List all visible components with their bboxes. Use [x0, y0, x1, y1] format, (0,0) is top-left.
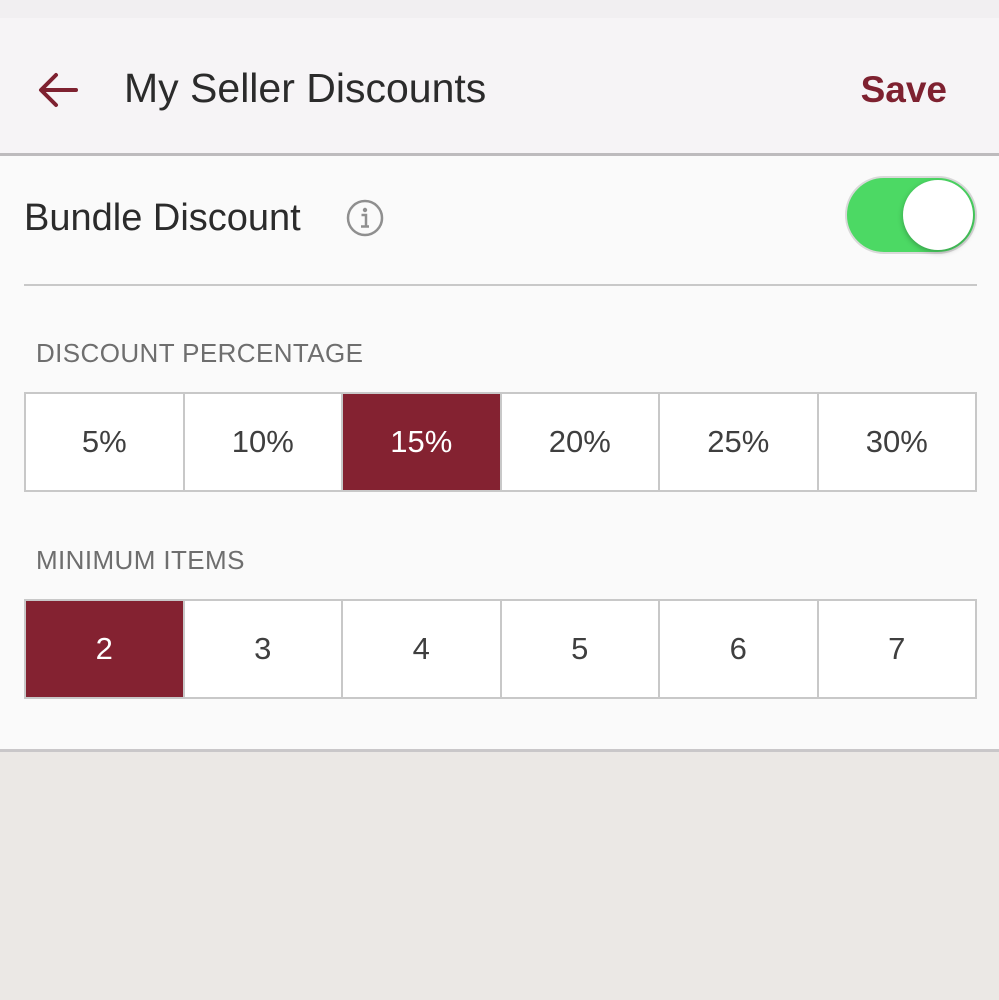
- discount-option-20[interactable]: 20%: [502, 394, 660, 490]
- discount-option-5[interactable]: 5%: [26, 394, 185, 490]
- status-bar: [0, 0, 999, 18]
- app-bar: My Seller Discounts Save: [0, 18, 999, 156]
- minimum-items-label: MINIMUM ITEMS: [36, 545, 245, 575]
- min-items-option-6[interactable]: 6: [660, 601, 819, 697]
- discount-option-25[interactable]: 25%: [660, 394, 819, 490]
- discount-option-15[interactable]: 15%: [343, 394, 502, 490]
- min-items-option-2[interactable]: 2: [26, 601, 185, 697]
- discount-percentage-selector: 5% 10% 15% 20% 25% 30%: [24, 392, 977, 492]
- back-button[interactable]: [30, 62, 86, 118]
- bundle-discount-toggle[interactable]: [845, 176, 977, 254]
- discount-option-10[interactable]: 10%: [185, 394, 343, 490]
- save-button[interactable]: Save: [861, 66, 947, 114]
- discount-settings-card: Bundle Discount DISCOUNT PERCENTAGE 5% 1…: [0, 156, 999, 752]
- discount-option-30[interactable]: 30%: [819, 394, 976, 490]
- min-items-option-3[interactable]: 3: [185, 601, 343, 697]
- discount-percentage-label: DISCOUNT PERCENTAGE: [36, 338, 364, 368]
- minimum-items-selector: 2 3 4 5 6 7: [24, 599, 977, 699]
- arrow-left-icon: [39, 73, 78, 107]
- screen: My Seller Discounts Save Bundle Discount…: [0, 0, 999, 1000]
- min-items-option-7[interactable]: 7: [819, 601, 976, 697]
- min-items-option-4[interactable]: 4: [343, 601, 502, 697]
- page-title: My Seller Discounts: [124, 65, 487, 111]
- bundle-discount-row: Bundle Discount: [24, 156, 977, 286]
- info-icon[interactable]: [345, 198, 385, 238]
- bundle-discount-label: Bundle Discount: [24, 197, 301, 239]
- toggle-knob: [903, 180, 973, 250]
- min-items-option-5[interactable]: 5: [502, 601, 660, 697]
